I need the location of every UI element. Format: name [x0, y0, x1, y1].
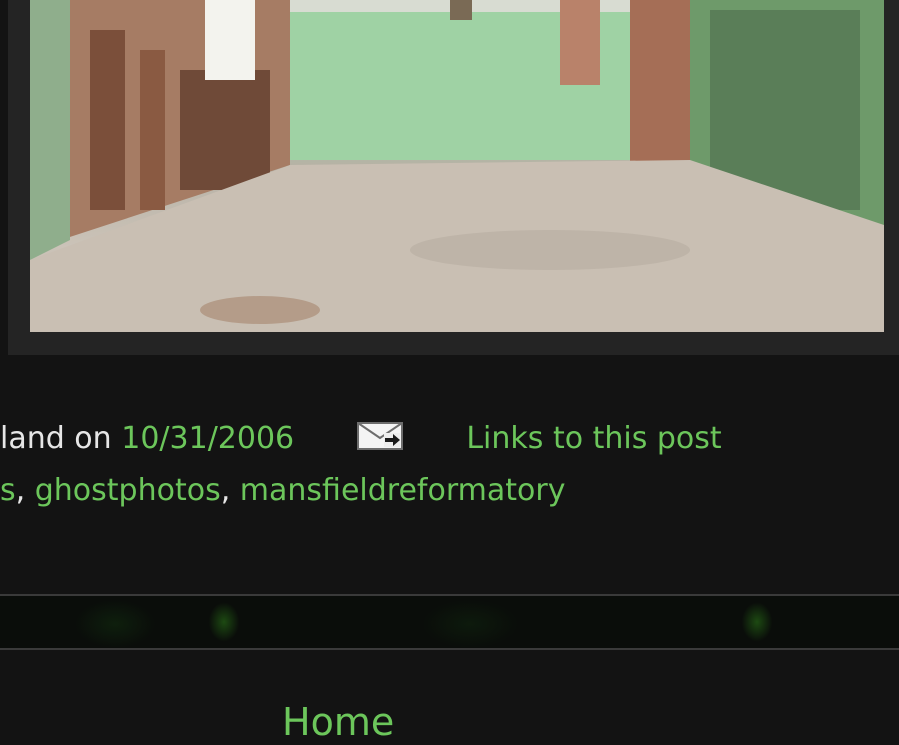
posted-by-text: land on — [0, 421, 112, 456]
label-link-ghostphotos[interactable]: ghostphotos — [35, 473, 221, 508]
label-link-mansfieldreformatory[interactable]: mansfieldreformatory — [240, 473, 566, 508]
blog-page: land on 10/31/2006 Links to this post s,… — [0, 0, 899, 745]
post-labels: s, ghostphotos, mansfieldreformatory — [0, 465, 565, 517]
post-footer-line-1: land on 10/31/2006 Links to this post — [0, 413, 722, 465]
post-timestamp-link[interactable]: 10/31/2006 — [121, 421, 294, 456]
post-photo[interactable] — [30, 0, 884, 332]
decorative-divider-band — [0, 594, 899, 650]
label-link-fragment[interactable]: s — [0, 473, 16, 508]
photo-illustration — [30, 0, 884, 332]
label-separator: , — [220, 473, 231, 508]
backlinks-link[interactable]: Links to this post — [466, 421, 721, 456]
label-separator: , — [15, 473, 26, 508]
home-link[interactable]: Home — [282, 696, 394, 745]
email-post-icon[interactable] — [357, 417, 404, 450]
